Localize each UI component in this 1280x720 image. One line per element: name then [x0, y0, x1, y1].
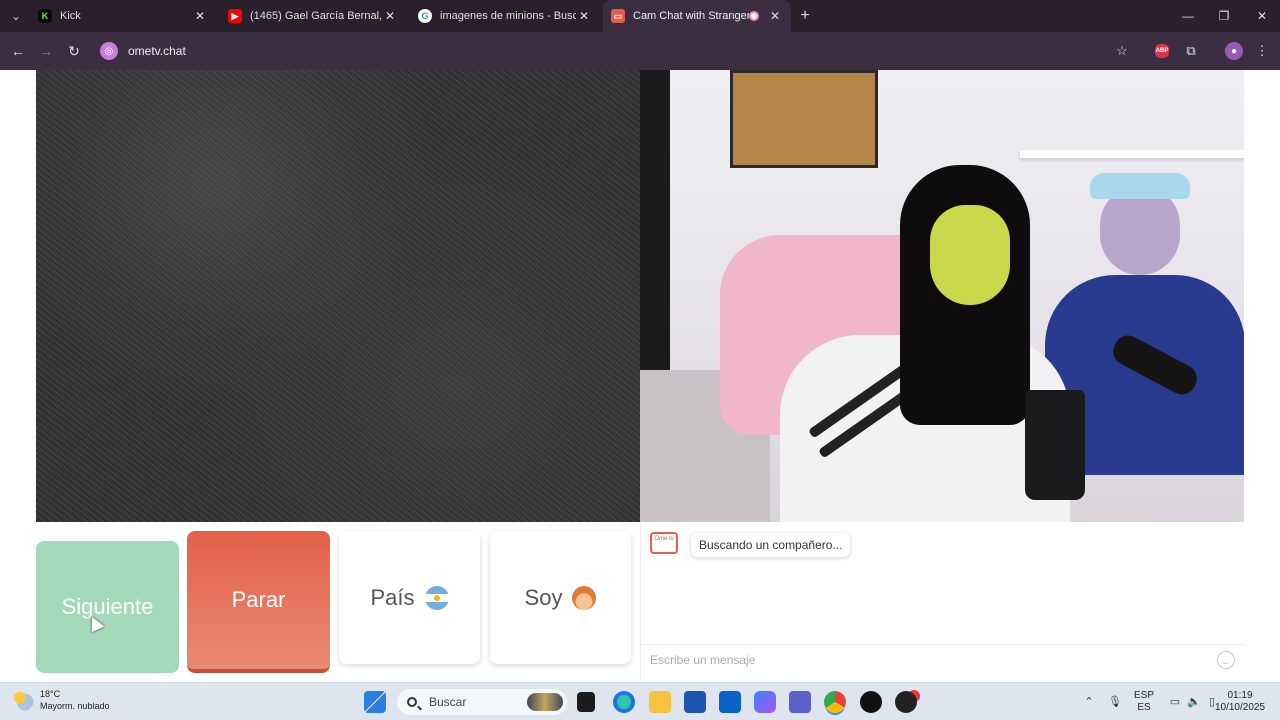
person-left-face — [930, 205, 1010, 305]
cup — [1025, 390, 1085, 500]
close-icon[interactable]: ✕ — [767, 9, 783, 23]
minimize-icon[interactable]: — — [1170, 0, 1206, 32]
store-icon[interactable] — [684, 691, 706, 713]
gender-button-label: Soy — [524, 584, 563, 610]
teams-icon[interactable] — [789, 691, 811, 713]
search-icon — [407, 697, 417, 707]
windows-start-icon[interactable] — [364, 691, 386, 713]
tab-search-icon[interactable]: ⌄ — [6, 6, 26, 26]
ometv-logo-icon: Ome tv — [650, 532, 678, 554]
bookmark-star-icon[interactable]: ☆ — [1112, 41, 1132, 61]
weather-condition: Mayorm. nublado — [40, 701, 110, 711]
browser-toolbar: ← → ↻ ◎ ometv.chat ☆ ABP ⧉ ● ⋮ — [0, 32, 1280, 70]
chat-status-message: Buscando un compañero... — [691, 533, 851, 557]
emoji-icon[interactable] — [1217, 651, 1235, 669]
country-button-label: País — [370, 584, 415, 610]
new-tab-icon[interactable]: + — [796, 7, 814, 25]
tab-google[interactable]: G imagenes de minions - Buscar ✕ — [410, 0, 600, 32]
clock-date: 10/10/2025 — [1214, 702, 1266, 713]
file-explorer-icon[interactable] — [649, 691, 671, 713]
country-button[interactable]: País — [339, 531, 480, 664]
address-url[interactable]: ometv.chat — [128, 44, 186, 58]
tab-youtube[interactable]: ▶ (1465) Gael García Bernal, Lucy ✕ — [220, 0, 406, 32]
search-highlight-icon — [527, 693, 563, 711]
task-view-icon[interactable] — [577, 692, 595, 712]
language-code: ESP — [1134, 690, 1155, 701]
adblock-icon[interactable]: ABP — [1155, 44, 1169, 58]
gender-button[interactable]: Soy — [490, 531, 631, 664]
site-info-icon[interactable]: ◎ — [100, 42, 118, 60]
address-bar[interactable]: ◎ ometv.chat — [96, 37, 1146, 65]
youtube-icon: ▶ — [228, 9, 242, 23]
tray-expand-icon[interactable]: ⌃ — [1082, 694, 1096, 708]
recording-icon — [749, 11, 759, 21]
close-icon[interactable]: ✕ — [192, 9, 208, 23]
partner-video-static — [36, 70, 640, 522]
language-indicator[interactable]: ESP ES — [1134, 690, 1154, 714]
outlook-icon[interactable] — [719, 691, 741, 713]
clock-time: 01:19 — [1227, 690, 1253, 701]
copilot-icon[interactable] — [754, 691, 776, 713]
network-icon[interactable]: ▭ — [1168, 694, 1182, 708]
weather-text: 18°C Mayorm. nublado — [40, 688, 110, 712]
close-icon[interactable]: ✕ — [382, 9, 398, 23]
clock[interactable]: 01:19 10/10/2025 — [1212, 690, 1268, 714]
tab-ometv[interactable]: ▭ Cam Chat with Strangers on ✕ — [603, 0, 791, 32]
reload-icon[interactable]: ↻ — [64, 41, 84, 61]
cork-board — [730, 70, 878, 168]
microphone-icon[interactable]: 🎙 — [1108, 694, 1122, 708]
chat-input-bar — [641, 644, 1245, 674]
chrome-icon[interactable] — [824, 691, 846, 713]
taskbar-search[interactable]: Buscar — [397, 689, 567, 715]
taskbar-search-label: Buscar — [429, 695, 467, 709]
person-left — [760, 165, 1070, 522]
weather-widget[interactable]: 18°C Mayorm. nublado — [12, 688, 110, 712]
boy-emoji-icon — [572, 585, 597, 610]
weather-temperature: 18°C — [40, 689, 61, 699]
back-icon[interactable]: ← — [8, 41, 28, 61]
person-right-headband — [1090, 173, 1190, 199]
restore-icon[interactable]: ❐ — [1206, 0, 1242, 32]
profile-avatar-icon[interactable]: ● — [1225, 42, 1243, 60]
next-button-label: Siguiente — [61, 594, 154, 619]
tab-title: imagenes de minions - Buscar — [440, 10, 576, 22]
edge-icon[interactable] — [613, 691, 635, 713]
more-menu-icon[interactable]: ⋮ — [1252, 41, 1272, 61]
chat-panel: Ome tv Buscando un compañero... — [640, 522, 1245, 680]
tab-title: Kick — [60, 10, 81, 22]
google-icon: G — [418, 9, 432, 23]
window-close-icon[interactable]: ✕ — [1244, 0, 1280, 32]
tiktok-icon[interactable] — [860, 691, 882, 713]
forward-icon[interactable]: → — [36, 41, 56, 61]
argentina-flag-icon — [424, 585, 449, 610]
chat-message-input[interactable] — [650, 652, 1210, 667]
ometv-icon: ▭ — [611, 9, 625, 23]
stop-button-label: Parar — [231, 587, 286, 612]
tab-kick[interactable]: K Kick ✕ — [30, 0, 216, 32]
tab-strip: ⌄ K Kick ✕ ▶ (1465) Gael García Bernal, … — [0, 0, 1280, 32]
kick-icon: K — [38, 9, 52, 23]
tab-title: (1465) Gael García Bernal, Lucy — [250, 10, 382, 22]
volume-icon[interactable]: 🔈 — [1187, 694, 1201, 708]
next-button[interactable]: Siguiente — [36, 541, 179, 673]
own-camera-video — [640, 70, 1244, 522]
stop-button[interactable]: Parar — [187, 531, 330, 673]
obs-icon[interactable] — [895, 691, 917, 713]
partly-cloudy-icon — [12, 689, 34, 711]
windows-taskbar: 18°C Mayorm. nublado Buscar ⌃ 🎙 ESP ES ▭… — [0, 682, 1280, 720]
tab-title: Cam Chat with Strangers on — [633, 10, 749, 22]
extensions-icon[interactable]: ⧉ — [1181, 41, 1201, 61]
ometv-page: Siguiente Parar País Soy Ome tv Buscando… — [0, 70, 1280, 680]
close-icon[interactable]: ✕ — [576, 9, 592, 23]
keyboard-layout: ES — [1137, 702, 1151, 713]
